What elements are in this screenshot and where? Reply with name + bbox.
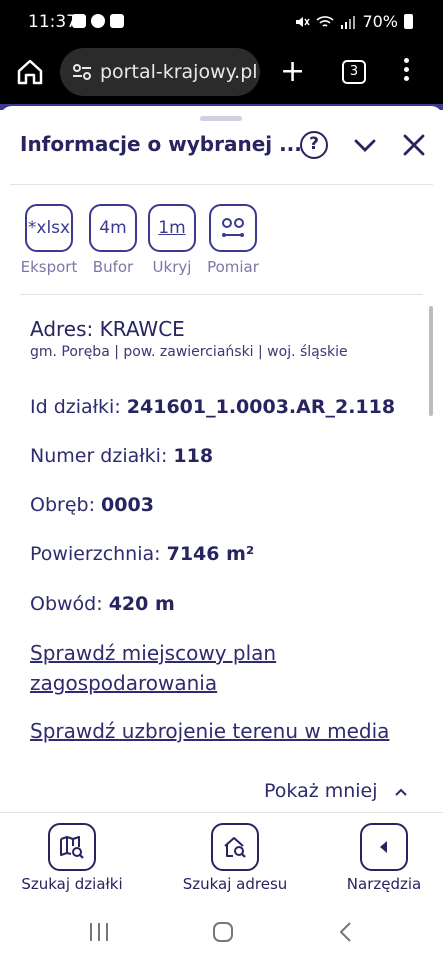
buffer-4m-icon: 4m: [89, 204, 137, 252]
caret-left-icon: [360, 823, 408, 871]
parcel-precinct-row: Obręb: 0003: [30, 494, 154, 516]
field-value: 118: [173, 445, 214, 467]
bottom-label: Szukaj działki: [21, 875, 123, 893]
parcel-info-panel: Informacje o wybranej ... ? *xlsx Ekspor…: [0, 106, 443, 812]
system-icons: 70%: [294, 12, 413, 31]
check-notification-icon: [110, 14, 124, 28]
utilities-link[interactable]: Sprawdź uzbrojenie terenu w media: [30, 716, 389, 746]
parcel-region: gm. Poręba | pow. zawierciański | woj. ś…: [30, 344, 348, 360]
tools-button[interactable]: Narzędzia: [343, 823, 425, 893]
map-search-icon: [48, 823, 96, 871]
show-less-label: Pokaż mniej: [264, 780, 378, 802]
chevron-down-icon[interactable]: [351, 131, 379, 159]
mute-icon: [296, 16, 311, 27]
clock: 11:37: [28, 12, 77, 32]
drag-handle[interactable]: [200, 116, 242, 121]
measure-tool-button[interactable]: Pomiar: [203, 204, 263, 276]
status-bar: 11:37 70%: [0, 0, 443, 44]
tool-label: Bufor: [92, 258, 134, 276]
site-settings-icon[interactable]: [70, 62, 94, 82]
house-search-icon: [211, 823, 259, 871]
parcel-number-row: Numer działki: 118: [30, 445, 213, 467]
export-tool-button[interactable]: *xlsx Eksport: [19, 204, 79, 276]
parcel-perimeter-row: Obwód: 420 m: [30, 593, 175, 615]
hide-tool-button[interactable]: 1m Ukryj: [142, 204, 202, 276]
browser-toolbar: portal-krajowy.pl + 3: [0, 44, 443, 104]
chevron-up-icon: [394, 788, 407, 796]
system-nav-bar: [0, 898, 443, 960]
divider: [20, 294, 423, 295]
show-less-button[interactable]: Pokaż mniej: [264, 780, 408, 802]
field-label: Obręb:: [30, 494, 95, 516]
export-xlsx-icon: *xlsx: [25, 204, 73, 252]
signal-icon: [341, 15, 356, 29]
parcel-id-row: Id działki: 241601_1.0003.AR_2.118: [30, 396, 395, 418]
home-nav-icon[interactable]: [212, 921, 234, 943]
gallery-notification-icon: [72, 14, 86, 28]
recents-icon[interactable]: [88, 922, 110, 942]
field-value: 241601_1.0003.AR_2.118: [126, 396, 396, 418]
search-parcel-button[interactable]: Szukaj działki: [20, 823, 124, 893]
ruler-1m-icon: 1m: [148, 204, 196, 252]
field-label: Id działki:: [30, 396, 121, 418]
tool-label: Pomiar: [207, 258, 259, 276]
field-value: 7146 m²: [166, 543, 255, 565]
tool-label: Ukryj: [152, 258, 192, 276]
battery-icon: [404, 14, 413, 29]
field-value: 420 m: [108, 593, 175, 615]
bottom-label: Szukaj adresu: [182, 875, 288, 893]
address-bar[interactable]: portal-krajowy.pl: [60, 48, 260, 96]
tab-switcher-button[interactable]: 3: [342, 60, 366, 84]
measure-icon: [209, 204, 257, 252]
field-label: Numer działki:: [30, 445, 168, 467]
battery-percent: 70%: [362, 12, 398, 31]
buffer-tool-button[interactable]: 4m Bufor: [83, 204, 143, 276]
home-icon[interactable]: [14, 56, 46, 88]
messenger-notification-icon: [91, 14, 105, 28]
help-button[interactable]: ?: [300, 131, 328, 159]
back-icon[interactable]: [338, 921, 354, 943]
scrollbar[interactable]: [429, 306, 433, 416]
panel-title: Informacje o wybranej ...: [20, 132, 302, 156]
field-label: Obwód:: [30, 593, 103, 615]
bottom-action-bar: Szukaj działki Szukaj adresu Narzędzia: [0, 812, 443, 898]
field-label: Powierzchnia:: [30, 543, 161, 565]
field-value: 0003: [101, 494, 154, 516]
parcel-address: Adres: KRAWCE: [30, 317, 185, 341]
search-address-button[interactable]: Szukaj adresu: [181, 823, 289, 893]
tool-label: Eksport: [20, 258, 78, 276]
url-text: portal-krajowy.pl: [100, 61, 258, 83]
close-icon[interactable]: [400, 131, 428, 159]
new-tab-button[interactable]: +: [280, 52, 305, 92]
wifi-icon: [316, 15, 334, 27]
menu-icon[interactable]: [404, 58, 410, 85]
notification-icons: [72, 14, 124, 28]
zoning-plan-link[interactable]: Sprawdź miejscowy plan zagospodarowania: [30, 638, 320, 698]
divider: [10, 184, 433, 185]
bottom-label: Narzędzia: [346, 875, 422, 893]
parcel-area-row: Powierzchnia: 7146 m²: [30, 543, 254, 565]
